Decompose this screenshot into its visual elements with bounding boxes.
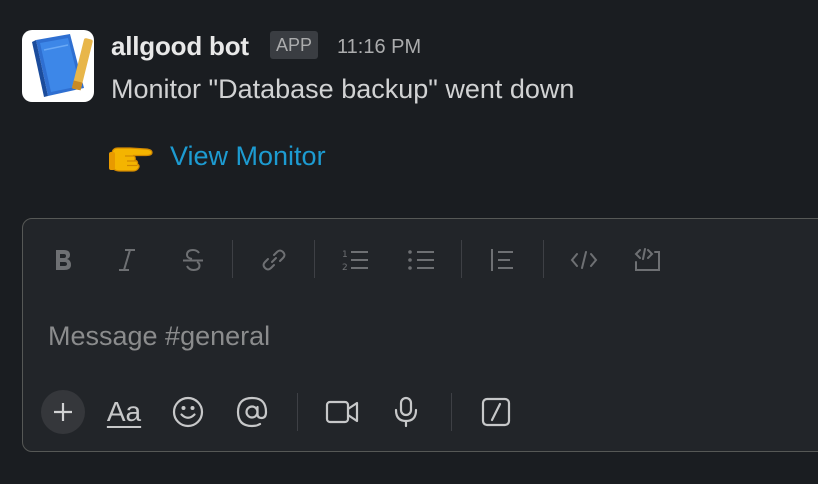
- emoji-icon[interactable]: [166, 390, 210, 434]
- toolbar-divider: [314, 240, 315, 278]
- strikethrough-icon[interactable]: [175, 242, 211, 278]
- pointing-right-hand-icon: [108, 140, 156, 174]
- sender-name[interactable]: allgood bot: [111, 31, 249, 62]
- toolbar-divider: [461, 240, 462, 278]
- plus-icon[interactable]: [41, 390, 85, 434]
- message-text: Monitor "Database backup" went down: [111, 74, 575, 104]
- link-icon[interactable]: [256, 242, 292, 278]
- video-icon[interactable]: [320, 390, 364, 434]
- view-monitor-link[interactable]: View Monitor: [170, 141, 326, 172]
- slash-command-icon[interactable]: [474, 390, 518, 434]
- mention-icon[interactable]: [230, 390, 274, 434]
- numbered-list-icon[interactable]: 12: [337, 242, 373, 278]
- format-toggle-label: Aa: [106, 396, 142, 427]
- toolbar-divider: [451, 393, 452, 431]
- italic-icon[interactable]: [109, 242, 145, 278]
- blockquote-icon[interactable]: [484, 242, 520, 278]
- message-input[interactable]: [48, 314, 788, 358]
- text-format-icon[interactable]: Aa: [102, 390, 146, 434]
- code-icon[interactable]: [566, 242, 602, 278]
- message-timestamp[interactable]: 11:16 PM: [337, 36, 421, 59]
- toolbar-divider: [543, 240, 544, 278]
- bulleted-list-icon[interactable]: [403, 242, 439, 278]
- toolbar-divider: [232, 240, 233, 278]
- svg-text:2: 2: [342, 263, 348, 273]
- svg-text:1: 1: [342, 250, 348, 260]
- toolbar-divider: [297, 393, 298, 431]
- code-block-icon[interactable]: [630, 242, 666, 278]
- microphone-icon[interactable]: [384, 390, 428, 434]
- bot-avatar[interactable]: [22, 30, 94, 102]
- bold-icon[interactable]: [45, 242, 81, 278]
- book-icon: [32, 34, 93, 97]
- app-badge: APP: [270, 31, 319, 59]
